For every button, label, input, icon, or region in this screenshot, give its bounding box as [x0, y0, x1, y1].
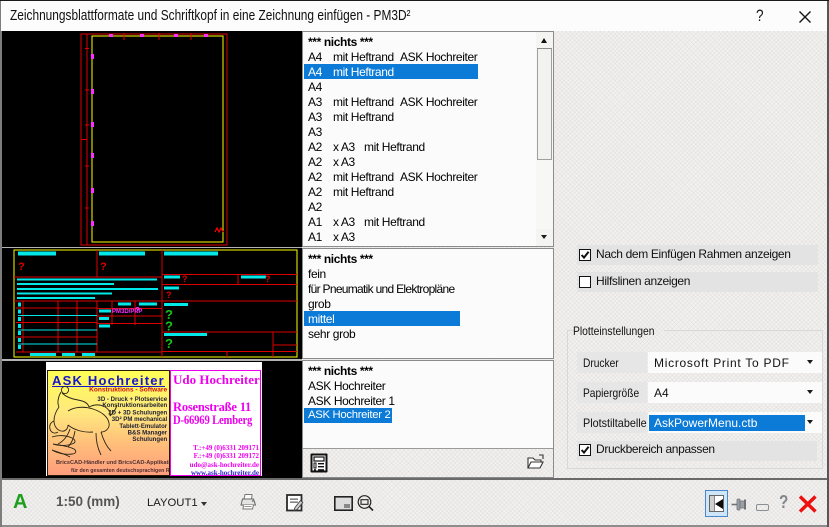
svg-text:?: ?	[165, 336, 173, 351]
svg-text:PM3D/PPP: PM3D/PPP	[112, 309, 142, 315]
svg-text:?: ?	[182, 274, 188, 284]
svg-text:?: ?	[265, 274, 271, 284]
svg-text:?: ?	[166, 290, 172, 300]
svg-text:?: ?	[165, 319, 173, 334]
svg-text:?: ?	[100, 261, 107, 273]
svg-text:?: ?	[18, 261, 25, 273]
